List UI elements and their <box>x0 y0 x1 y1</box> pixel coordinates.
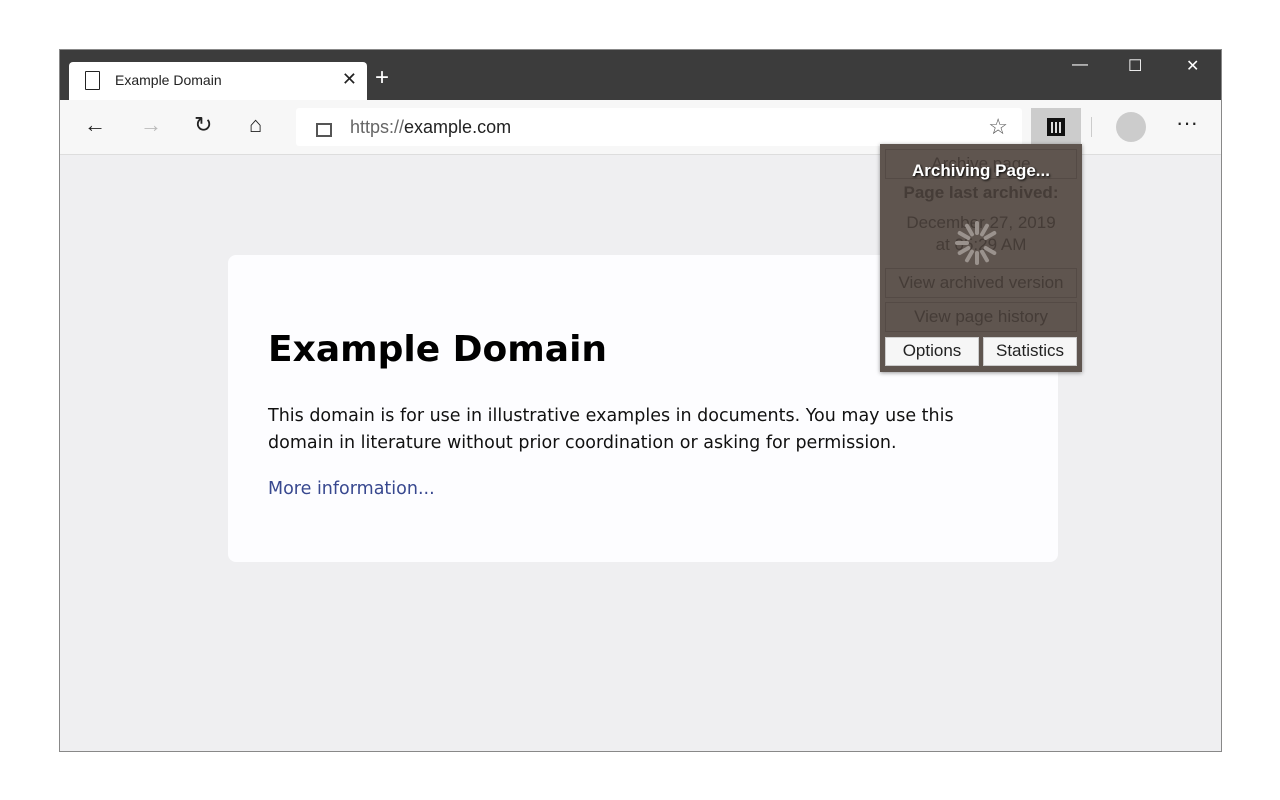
loading-spinner-icon <box>955 221 997 265</box>
tab-title: Example Domain <box>115 72 222 88</box>
archive-icon <box>1047 118 1065 136</box>
forward-button[interactable]: → <box>140 112 162 138</box>
more-menu-button[interactable]: ··· <box>1176 110 1198 136</box>
home-button[interactable]: ⌂ <box>249 112 262 138</box>
archive-popup: Archive page Archiving Page... Page last… <box>880 144 1082 372</box>
page-heading: Example Domain <box>268 329 608 370</box>
maximize-button[interactable]: ☐ <box>1128 56 1142 76</box>
page-body-text: This domain is for use in illustrative e… <box>268 406 954 453</box>
close-window-button[interactable]: ✕ <box>1186 56 1199 76</box>
document-icon <box>85 71 100 90</box>
favorite-star-icon[interactable]: ☆ <box>988 114 1008 140</box>
refresh-button[interactable]: ↻ <box>194 112 212 138</box>
title-bar: Example Domain ✕ + — ☐ ✕ <box>60 50 1221 100</box>
options-button[interactable]: Options <box>885 337 979 366</box>
archiving-status: Archiving Page... <box>912 161 1050 180</box>
url-text[interactable]: https://example.com <box>350 117 511 138</box>
new-tab-button[interactable]: + <box>375 64 389 92</box>
view-archived-version-button: View archived version <box>885 268 1077 298</box>
archive-extension-button[interactable] <box>1031 108 1081 146</box>
profile-avatar[interactable] <box>1116 112 1146 142</box>
tab-example-domain[interactable]: Example Domain ✕ <box>69 62 367 100</box>
last-archived-label: Page last archived: <box>903 183 1059 202</box>
divider <box>1091 117 1092 137</box>
view-page-history-button: View page history <box>885 302 1077 332</box>
lock-icon <box>316 123 332 137</box>
statistics-button[interactable]: Statistics <box>983 337 1077 366</box>
close-tab-icon[interactable]: ✕ <box>342 69 357 90</box>
more-information-link[interactable]: More information... <box>268 479 435 499</box>
back-button[interactable]: ← <box>84 112 106 138</box>
address-bar[interactable]: https://example.com ☆ <box>296 108 1022 146</box>
minimize-button[interactable]: — <box>1072 56 1088 74</box>
